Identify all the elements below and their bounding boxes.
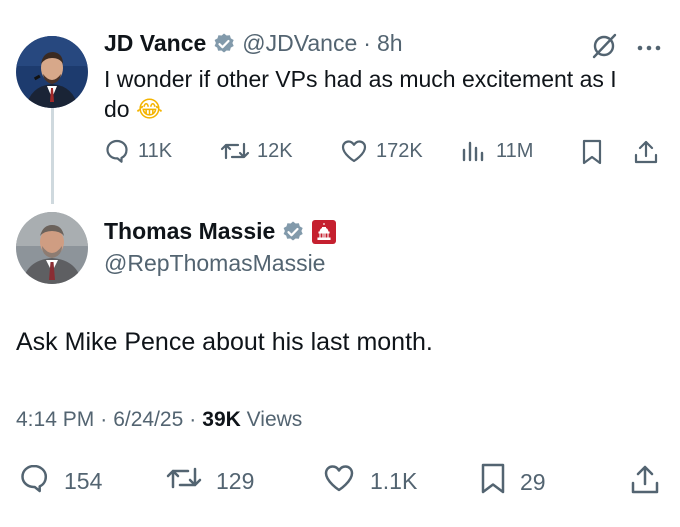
repost-button[interactable]: 129 [164, 462, 254, 500]
thread-connector-line [51, 108, 54, 204]
post-metadata: 4:14 PM · 6/24/25 · 39K Views [16, 408, 302, 432]
post-date[interactable]: 6/24/25 [113, 408, 183, 432]
repost-count: 12K [257, 139, 293, 162]
like-count: 172K [376, 139, 423, 162]
analytics-icon [460, 138, 486, 164]
views-button[interactable]: 11M [460, 138, 533, 164]
like-button[interactable]: 1.1K [322, 462, 417, 500]
repost-count: 129 [216, 467, 255, 494]
grok-icon[interactable] [590, 32, 618, 60]
like-count: 1.1K [370, 467, 418, 494]
views-summary[interactable]: 39K Views [202, 408, 302, 432]
us-capitol-badge-icon[interactable] [311, 219, 337, 245]
separator-dot: · [363, 30, 371, 56]
separator-dot: · [189, 408, 197, 431]
quoted-post-header: JD Vance @JDVance · 8h [104, 30, 403, 57]
quoted-post-text-line1: I wonder if other VPs had as much excite… [104, 66, 617, 92]
verified-badge-icon [212, 32, 236, 56]
author-handle[interactable]: @RepThomasMassie [104, 250, 325, 277]
reply-icon [18, 462, 50, 500]
main-post-text: Ask Mike Pence about his last month. [16, 328, 433, 356]
author-name[interactable]: Thomas Massie [104, 218, 275, 245]
bookmark-icon[interactable] [580, 138, 604, 171]
repost-button[interactable]: 12K [219, 138, 293, 164]
like-button[interactable]: 172K [340, 138, 423, 164]
jd-vance-avatar[interactable] [16, 36, 88, 108]
reply-icon [104, 138, 130, 164]
author-name[interactable]: JD Vance [104, 30, 206, 57]
main-post-header: Thomas Massie [104, 218, 337, 245]
views-label: Views [246, 408, 303, 431]
quoted-post-text-line2: do [104, 96, 130, 122]
verified-badge-icon [281, 220, 305, 244]
reply-button[interactable]: 154 [18, 462, 102, 500]
heart-icon [322, 462, 356, 500]
bookmark-icon [478, 462, 508, 502]
bookmark-count: 29 [520, 468, 546, 495]
separator-dot: · [100, 408, 108, 431]
views-count: 11M [496, 139, 534, 162]
share-icon[interactable] [628, 462, 662, 501]
thomas-massie-avatar[interactable] [16, 212, 88, 284]
reply-count: 154 [64, 467, 103, 494]
author-handle[interactable]: @JDVance [242, 30, 357, 57]
heart-icon [340, 138, 368, 164]
repost-icon [219, 138, 251, 164]
views-count: 39K [202, 408, 241, 431]
share-icon[interactable] [632, 138, 660, 171]
bookmark-button[interactable]: 29 [478, 462, 546, 502]
repost-icon [164, 462, 204, 500]
quoted-post-text: I wonder if other VPs had as much excite… [104, 64, 664, 125]
post-time[interactable]: 8h [377, 30, 403, 57]
laughing-emoji: 😂 [135, 97, 163, 123]
more-icon[interactable] [636, 40, 662, 51]
post-time[interactable]: 4:14 PM [16, 408, 94, 432]
reply-count: 11K [138, 139, 173, 162]
reply-button[interactable]: 11K [104, 138, 172, 164]
